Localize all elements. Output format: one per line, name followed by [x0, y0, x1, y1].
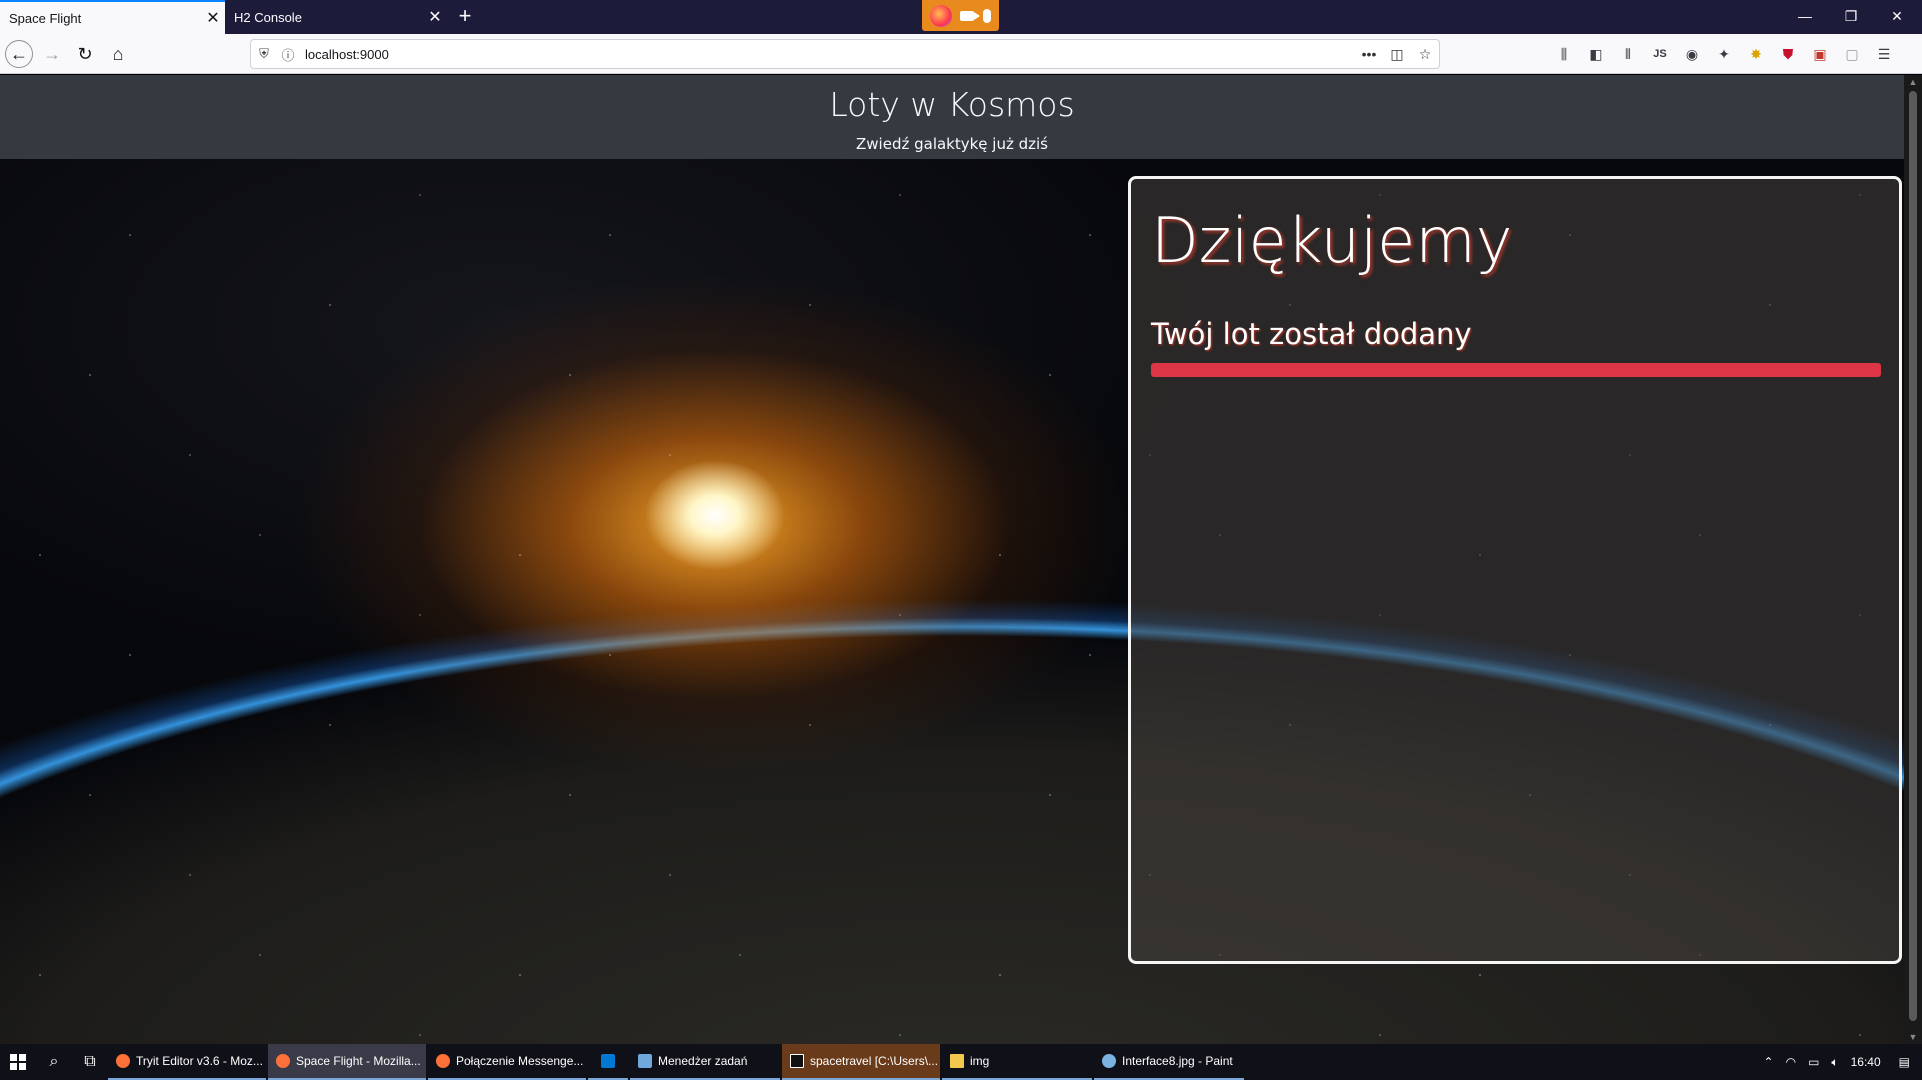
- notifications-icon[interactable]: ▤: [1887, 1055, 1922, 1069]
- url-bar[interactable]: ⛨ ⓘ localhost:9000 ••• ◫ ☆: [250, 39, 1440, 69]
- taskbar-app-label: Interface8.jpg - Paint: [1122, 1054, 1233, 1068]
- search-icon[interactable]: ⌕: [36, 1044, 72, 1080]
- scroll-down-arrow-icon[interactable]: ▼: [1904, 1032, 1922, 1042]
- bookmark-star-icon[interactable]: ☆: [1411, 46, 1439, 63]
- more-dots-icon[interactable]: •••: [1355, 46, 1383, 62]
- folder-icon: [950, 1054, 964, 1068]
- browser-tab-bar: Space Flight ✕ H2 Console ✕ + — ❐ ✕: [0, 0, 1922, 34]
- vscode-icon: [601, 1054, 615, 1068]
- pocket-icon[interactable]: ◫: [1383, 46, 1411, 63]
- windows-start-icon[interactable]: [0, 1044, 36, 1080]
- restore-icon[interactable]: ❐: [1828, 0, 1874, 32]
- forward-arrow-icon[interactable]: →: [38, 40, 66, 68]
- panel-title: Dziękujemy: [1151, 204, 1513, 277]
- toolbar-icons: ⫼ ◧ ⦀ JS ◉ ✦ ✸ ⛊ ▣ ▢ ☰: [1548, 34, 1900, 74]
- taskbar-app-label: Połączenie Messenge...: [456, 1054, 584, 1068]
- extension-cors-icon[interactable]: ▣: [1804, 46, 1836, 63]
- back-arrow-icon[interactable]: ←: [5, 40, 33, 68]
- paint-icon: [1102, 1054, 1116, 1068]
- tab-h2-console[interactable]: H2 Console ✕: [225, 0, 447, 34]
- taskbar-app-img-folder[interactable]: img: [942, 1044, 1092, 1080]
- progress-bar: [1151, 363, 1881, 377]
- microphone-icon: [982, 8, 991, 23]
- volume-icon[interactable]: 🔈︎: [1825, 1055, 1844, 1070]
- shield-icon[interactable]: ⛨: [251, 46, 277, 62]
- windows-taskbar: ⌕ ⧉ Tryit Editor v3.6 - Moz... Space Fli…: [0, 1044, 1922, 1080]
- confirmation-panel: Dziękujemy Twój lot został dodany: [1128, 176, 1902, 964]
- new-tab-plus-icon[interactable]: +: [452, 4, 478, 30]
- taskbar-app-tryit-editor[interactable]: Tryit Editor v3.6 - Moz...: [108, 1044, 266, 1080]
- taskbar-app-vscode[interactable]: [588, 1044, 628, 1080]
- taskbar-app-space-flight[interactable]: Space Flight - Mozilla...: [268, 1044, 426, 1080]
- account-icon[interactable]: ◉: [1676, 46, 1708, 63]
- chevron-up-icon[interactable]: ⌃: [1758, 1055, 1780, 1069]
- home-icon[interactable]: ⌂: [104, 40, 132, 68]
- menu-hamburger-icon[interactable]: ☰: [1868, 46, 1900, 63]
- taskbar-app-task-manager[interactable]: Menedżer zadań: [630, 1044, 780, 1080]
- extension-shield-icon[interactable]: ⛊: [1772, 46, 1804, 63]
- site-title: Loty w Kosmos: [829, 85, 1075, 124]
- tab-space-flight[interactable]: Space Flight ✕: [0, 0, 225, 34]
- camera-icon: [960, 10, 981, 21]
- extension-colorful-icon[interactable]: ✸: [1740, 46, 1772, 63]
- extension-js-icon[interactable]: JS: [1644, 48, 1676, 60]
- close-window-icon[interactable]: ✕: [1874, 0, 1920, 32]
- sidebar-icon[interactable]: ◧: [1580, 46, 1612, 63]
- close-icon[interactable]: ✕: [201, 8, 225, 28]
- progress-bar-fill: [1151, 363, 1881, 377]
- firefox-icon: [116, 1054, 130, 1068]
- sharing-indicator[interactable]: [922, 0, 999, 31]
- battery-icon[interactable]: ▭: [1802, 1055, 1825, 1069]
- taskbar-app-messenger[interactable]: Połączenie Messenge...: [428, 1044, 586, 1080]
- taskbar-app-paint[interactable]: Interface8.jpg - Paint: [1094, 1044, 1244, 1080]
- extension-icon[interactable]: ✦: [1708, 46, 1740, 63]
- system-tray: ⌃ ◠ ▭ 🔈︎ 16:40 ▤: [1758, 1044, 1922, 1080]
- close-icon[interactable]: ✕: [423, 7, 447, 27]
- task-manager-icon: [638, 1054, 652, 1068]
- site-header: Loty w Kosmos Zwiedź galaktykę już dziś: [0, 75, 1904, 159]
- library-icon[interactable]: ⫼: [1548, 46, 1580, 63]
- url-text[interactable]: localhost:9000: [299, 47, 1355, 62]
- taskbar-app-label: Tryit Editor v3.6 - Moz...: [136, 1054, 263, 1068]
- site-subtitle: Zwiedź galaktykę już dziś: [856, 135, 1048, 153]
- taskbar-app-label: Space Flight - Mozilla...: [296, 1054, 421, 1068]
- clock[interactable]: 16:40: [1845, 1055, 1887, 1069]
- intellij-icon: [790, 1054, 804, 1068]
- extension-gray-icon[interactable]: ▢: [1836, 46, 1868, 63]
- extension-barcode-icon[interactable]: ⦀: [1612, 46, 1644, 63]
- browser-nav-bar: ← → ↻ ⌂ ⛨ ⓘ localhost:9000 ••• ◫ ☆ ⫼ ◧ ⦀…: [0, 34, 1922, 74]
- taskbar-app-label: Menedżer zadań: [658, 1054, 748, 1068]
- page-content: Loty w Kosmos Zwiedź galaktykę już dziś …: [0, 75, 1922, 1044]
- network-icon[interactable]: ◠: [1780, 1055, 1802, 1069]
- taskbar-app-label: img: [970, 1054, 990, 1068]
- minimize-icon[interactable]: —: [1782, 0, 1828, 32]
- scrollbar-thumb[interactable]: [1909, 91, 1917, 1021]
- firefox-icon: [436, 1054, 450, 1068]
- scroll-up-arrow-icon[interactable]: ▲: [1904, 77, 1922, 87]
- panel-message: Twój lot został dodany: [1151, 317, 1472, 351]
- reload-icon[interactable]: ↻: [71, 40, 99, 68]
- firefox-icon: [276, 1054, 290, 1068]
- firefox-icon: [930, 4, 953, 27]
- page-scrollbar[interactable]: ▲ ▼: [1904, 75, 1922, 1044]
- task-view-icon[interactable]: ⧉: [72, 1044, 108, 1080]
- taskbar-app-intellij[interactable]: spacetravel [C:\Users\...: [782, 1044, 940, 1080]
- info-icon[interactable]: ⓘ: [277, 45, 299, 64]
- tab-label: H2 Console: [234, 9, 302, 25]
- taskbar-app-label: spacetravel [C:\Users\...: [810, 1054, 939, 1068]
- tab-label: Space Flight: [9, 10, 82, 26]
